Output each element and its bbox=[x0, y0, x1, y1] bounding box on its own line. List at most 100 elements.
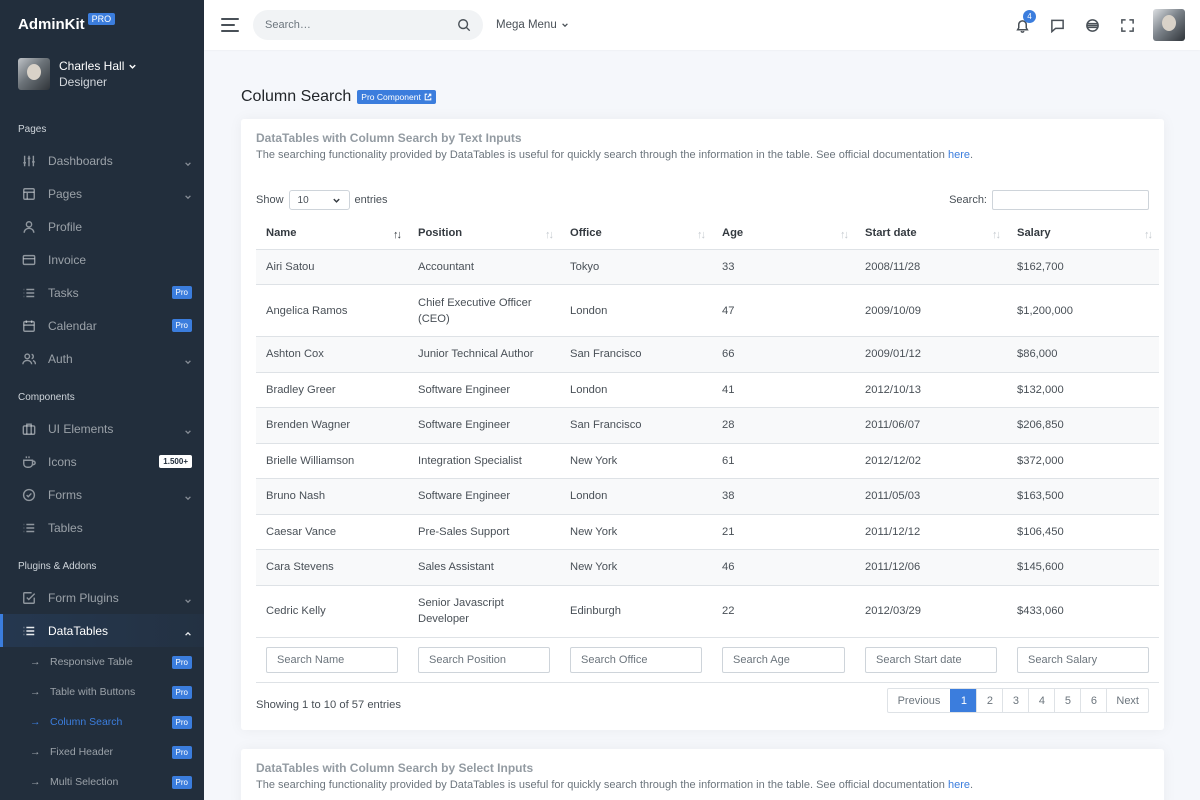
column-header-salary[interactable]: Salary ↑↓ bbox=[1007, 218, 1159, 250]
cell-age: 21 bbox=[712, 514, 855, 550]
column-header-position[interactable]: Position ↑↓ bbox=[408, 218, 560, 250]
sliders-icon bbox=[22, 154, 36, 168]
column-header-label: Start date bbox=[865, 227, 917, 240]
cell-start-date: 2012/03/29 bbox=[855, 585, 1007, 638]
card-title: DataTables with Column Search by Text In… bbox=[256, 131, 522, 145]
sidebar-item-label: DataTables bbox=[48, 623, 109, 638]
sidebar-subitem-fixed-header[interactable]: → Fixed Header Pro bbox=[0, 737, 204, 767]
language-flag-icon[interactable] bbox=[1083, 16, 1101, 34]
documentation-link[interactable]: here bbox=[948, 149, 970, 161]
sidebar-item-calendar[interactable]: Calendar Pro bbox=[0, 309, 204, 342]
top-user-avatar[interactable] bbox=[1153, 9, 1185, 41]
top-search-input[interactable] bbox=[265, 19, 457, 31]
entries-label: entries bbox=[354, 194, 388, 206]
sidebar-section-pages: Pages bbox=[18, 124, 47, 135]
search-start-date-input[interactable] bbox=[865, 646, 997, 673]
column-header-start-date[interactable]: Start date ↑↓ bbox=[855, 218, 1007, 250]
search-icon[interactable] bbox=[457, 18, 471, 32]
pagination-next[interactable]: Next bbox=[1106, 689, 1148, 712]
pagination-page-4[interactable]: 4 bbox=[1028, 689, 1054, 712]
page-title: Column Search Pro Component bbox=[241, 88, 436, 106]
column-header-name[interactable]: Name ↑↓ bbox=[256, 218, 408, 250]
table-search-input[interactable] bbox=[992, 190, 1149, 210]
sidebar-item-forms[interactable]: Forms bbox=[0, 478, 204, 511]
brand-logo[interactable]: AdminKit PRO bbox=[0, 0, 204, 48]
mega-menu-toggle[interactable]: Mega Menu bbox=[496, 19, 569, 31]
search-salary-input[interactable] bbox=[1017, 646, 1149, 673]
cell-age: 66 bbox=[712, 336, 855, 373]
sidebar-item-label: Calendar bbox=[48, 318, 97, 333]
search-name-input[interactable] bbox=[266, 646, 398, 673]
sidebar-item-auth[interactable]: Auth bbox=[0, 342, 204, 375]
pagination-previous[interactable]: Previous bbox=[888, 689, 951, 712]
chevron-up-icon bbox=[184, 627, 192, 636]
cell-age: 33 bbox=[712, 249, 855, 285]
main-content: Column Search Pro Component DataTables w… bbox=[204, 50, 1200, 800]
sidebar-item-dashboards[interactable]: Dashboards bbox=[0, 144, 204, 177]
sidebar-item-ui-elements[interactable]: UI Elements bbox=[0, 412, 204, 445]
chevron-down-icon bbox=[184, 190, 192, 199]
sidebar-subitem-table-with-buttons[interactable]: → Table with Buttons Pro bbox=[0, 677, 204, 707]
pagination-page-1[interactable]: 1 bbox=[950, 689, 977, 712]
column-header-age[interactable]: Age ↑↓ bbox=[712, 218, 855, 250]
cell-age: 28 bbox=[712, 407, 855, 444]
pagination-page-5[interactable]: 5 bbox=[1054, 689, 1080, 712]
data-table: Name ↑↓ Position ↑↓ Office ↑↓ Age ↑↓ Start d… bbox=[256, 218, 1159, 683]
cell-start-date: 2011/05/03 bbox=[855, 478, 1007, 515]
sidebar-item-tables[interactable]: Tables bbox=[0, 511, 204, 544]
list-icon bbox=[22, 624, 36, 638]
sidebar-item-form-plugins[interactable]: Form Plugins bbox=[0, 581, 204, 614]
list-icon bbox=[22, 286, 36, 300]
user-dropdown-toggle[interactable]: Charles Hall bbox=[59, 59, 137, 73]
datatable-card-text-inputs: DataTables with Column Search by Text In… bbox=[241, 119, 1164, 730]
card-subtitle-text: The searching functionality provided by … bbox=[256, 779, 945, 791]
sort-icon: ↑↓ bbox=[840, 229, 849, 241]
search-position-input[interactable] bbox=[418, 646, 550, 673]
messages-icon[interactable] bbox=[1048, 16, 1066, 34]
briefcase-icon bbox=[22, 422, 36, 436]
fullscreen-icon[interactable] bbox=[1118, 16, 1136, 34]
layout-icon bbox=[22, 187, 36, 201]
sidebar-item-datatables[interactable]: DataTables bbox=[0, 614, 204, 647]
entries-select[interactable]: 10 bbox=[288, 190, 350, 210]
cell-position: Accountant bbox=[408, 249, 560, 285]
table-row: Bradley Greer Software Engineer London 41 20… bbox=[256, 372, 1159, 408]
cell-start-date: 2012/10/13 bbox=[855, 372, 1007, 408]
pro-badge: Pro bbox=[171, 319, 192, 332]
search-office-input[interactable] bbox=[570, 646, 702, 673]
sidebar-item-tasks[interactable]: Tasks Pro bbox=[0, 276, 204, 309]
documentation-link[interactable]: here bbox=[948, 779, 970, 791]
cell-start-date: 2011/12/12 bbox=[855, 514, 1007, 550]
pagination-page-3[interactable]: 3 bbox=[1002, 689, 1028, 712]
sidebar-subitem-column-search[interactable]: → Column Search Pro bbox=[0, 707, 204, 737]
coffee-icon bbox=[22, 455, 36, 469]
cell-name: Cara Stevens bbox=[256, 549, 408, 586]
pro-component-badge[interactable]: Pro Component bbox=[357, 90, 436, 104]
sidebar-item-profile[interactable]: Profile bbox=[0, 210, 204, 243]
user-name: Charles Hall bbox=[59, 59, 125, 73]
sidebar-item-invoice[interactable]: Invoice bbox=[0, 243, 204, 276]
check-circle-icon bbox=[22, 488, 36, 502]
card-subtitle: The searching functionality provided by … bbox=[256, 149, 973, 161]
search-age-input[interactable] bbox=[722, 646, 845, 673]
pro-badge: Pro bbox=[171, 745, 192, 759]
sidebar-item-icons[interactable]: Icons 1.500+ bbox=[0, 445, 204, 478]
column-header-office[interactable]: Office ↑↓ bbox=[560, 218, 712, 250]
cell-office: San Francisco bbox=[560, 336, 712, 373]
hamburger-menu-icon[interactable] bbox=[221, 18, 239, 32]
user-icon bbox=[22, 220, 36, 234]
cell-salary: $132,000 bbox=[1007, 372, 1159, 408]
sidebar-subitem-multi-selection[interactable]: → Multi Selection Pro bbox=[0, 767, 204, 797]
card-title: DataTables with Column Search by Select … bbox=[256, 761, 534, 775]
sort-icon: ↑↓ bbox=[992, 229, 1001, 241]
sidebar-user[interactable]: Charles Hall Designer bbox=[0, 48, 204, 112]
notifications-bell-icon[interactable]: 4 bbox=[1013, 10, 1036, 34]
sidebar-subitem-responsive-table[interactable]: → Responsive Table Pro bbox=[0, 647, 204, 677]
sidebar-item-pages[interactable]: Pages bbox=[0, 177, 204, 210]
chevron-down-icon bbox=[332, 198, 340, 203]
table-info: Showing 1 to 10 of 57 entries bbox=[256, 699, 401, 711]
top-search[interactable] bbox=[253, 10, 483, 40]
column-search-row bbox=[256, 637, 1159, 683]
pagination-page-2[interactable]: 2 bbox=[976, 689, 1002, 712]
pagination-page-6[interactable]: 6 bbox=[1080, 689, 1106, 712]
